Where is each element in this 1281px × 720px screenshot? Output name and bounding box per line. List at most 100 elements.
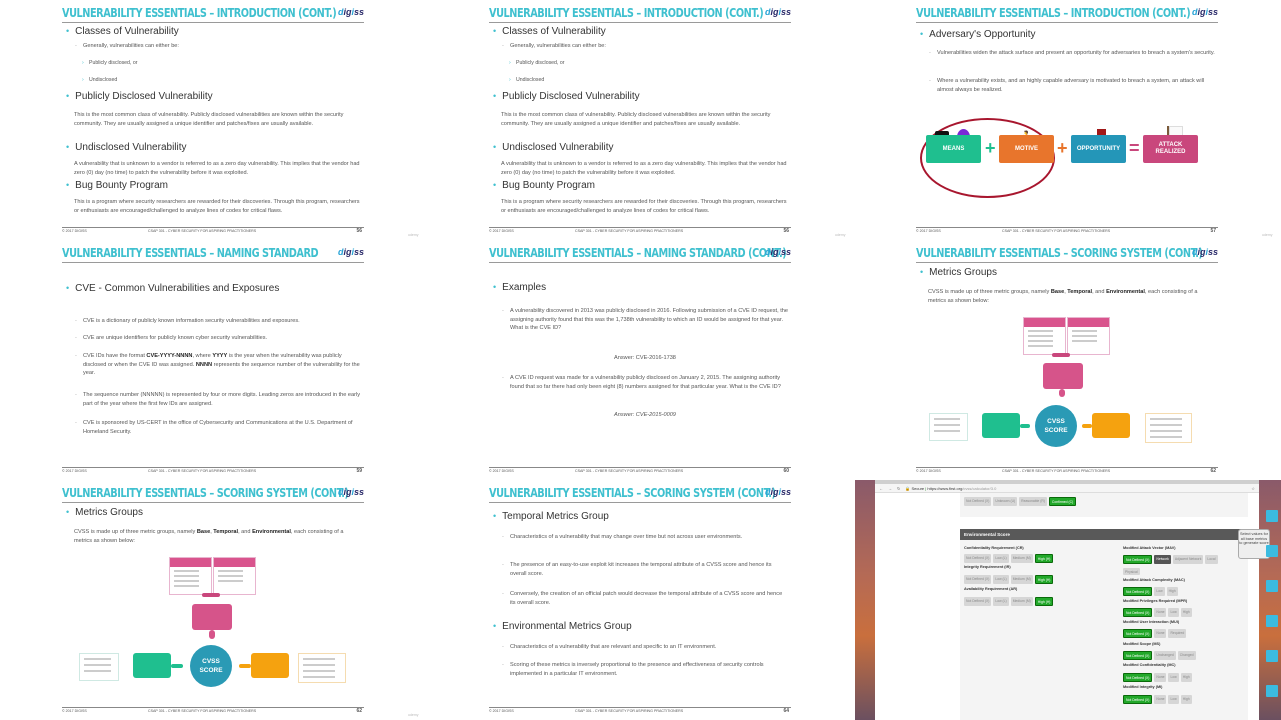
address-bar[interactable]: 🔒 Secure | https://www.first.org/cvss/ca… (905, 486, 996, 491)
reload-icon[interactable]: ↻ (897, 486, 900, 491)
option-button[interactable]: Not Defined (X) (964, 554, 992, 563)
option-button-selected[interactable]: Confirmed (C) (1048, 497, 1077, 506)
option-button[interactable]: Not Defined (X) (964, 597, 992, 606)
metric-label: Modified Scope (MS) (1123, 642, 1161, 646)
title-divider (62, 502, 364, 503)
back-icon[interactable]: ← (879, 486, 883, 491)
option-button-selected[interactable]: Not Defined (X) (1123, 651, 1153, 660)
option-button[interactable]: Reasonable (R) (1019, 497, 1047, 506)
option-button[interactable]: High (1180, 695, 1192, 704)
title-divider (916, 22, 1218, 23)
option-button[interactable]: Low (L) (993, 554, 1009, 563)
option-button[interactable]: None (1154, 695, 1167, 704)
section-heading: Bug Bounty Program (493, 180, 595, 191)
digiss-logo: digiss (337, 487, 364, 497)
option-button[interactable]: Unknown (U) (993, 497, 1018, 506)
option-button[interactable]: Low (1168, 695, 1179, 704)
option-button-selected[interactable]: Not Defined (X) (1123, 555, 1153, 564)
option-button[interactable]: Physical (1123, 568, 1140, 575)
bullet-text: Characteristics of a vulnerability that … (502, 643, 788, 652)
option-button[interactable]: Medium (M) (1010, 554, 1033, 563)
base-metric-group-box (1043, 363, 1083, 389)
bullet-text: The sequence number (NNNNN) is represent… (75, 391, 361, 408)
bullet-text: The presence of an easy-to-use exploit k… (502, 561, 788, 578)
digiss-logo: digiss (337, 7, 364, 17)
digiss-logo: digiss (764, 247, 791, 257)
environmental-metric-group-box (1092, 413, 1130, 438)
option-button-selected[interactable]: Not Defined (X) (1123, 608, 1153, 617)
section-heading: CVE - Common Vulnerabilities and Exposur… (66, 283, 279, 294)
footer-divider (62, 227, 364, 228)
option-button[interactable]: None (1154, 673, 1167, 682)
bookmark-star-icon[interactable]: ☆ (1251, 486, 1255, 491)
option-button[interactable]: High (1180, 673, 1192, 682)
title-divider (916, 262, 1218, 263)
option-button[interactable]: None (1154, 608, 1167, 617)
option-button[interactable]: Required (1168, 629, 1187, 638)
option-button[interactable]: Medium (M) (1010, 597, 1033, 606)
mav-options: Not Defined (X) Network Adjacent Network… (1123, 555, 1233, 575)
option-button-selected[interactable]: High (H) (1034, 575, 1054, 584)
exploitability-metrics-card (1023, 317, 1066, 355)
option-button[interactable]: Local (1205, 555, 1218, 564)
udemy-watermark: udemy (1262, 233, 1273, 237)
option-button[interactable]: Adjacent Network (1172, 555, 1204, 564)
digiss-logo: digiss (1191, 7, 1218, 17)
footer-divider (62, 467, 364, 468)
environmental-score-header: Environmental Score (960, 529, 1255, 540)
option-button-selected[interactable]: Not Defined (X) (1123, 673, 1153, 682)
slide-title: VULNERABILITY ESSENTIALS – SCORING SYSTE… (62, 485, 349, 500)
option-button[interactable]: Changed (1177, 651, 1196, 660)
section-body: This is the most common class of vulnera… (74, 112, 344, 127)
page-number: 62 (1210, 468, 1216, 474)
desktop-folder-icon[interactable] (1266, 580, 1278, 592)
option-button[interactable]: Low (1168, 608, 1179, 617)
desktop-folder-icon[interactable] (1266, 615, 1278, 627)
option-button[interactable]: High (1166, 587, 1178, 596)
environmental-metrics-list (298, 653, 346, 683)
sub-bullet: Publicly disclosed, or (82, 60, 137, 66)
equals-sign: = (1129, 138, 1140, 158)
option-button[interactable]: High (1180, 608, 1192, 617)
forward-icon[interactable]: → (888, 486, 892, 491)
desktop-folder-icon[interactable] (1266, 545, 1278, 557)
right-arrow-icon (1020, 424, 1030, 428)
down-arrow-icon (1059, 389, 1065, 397)
option-button[interactable]: None (1154, 629, 1167, 638)
option-button-selected[interactable]: Not Defined (X) (1123, 629, 1153, 638)
option-button-selected[interactable]: High (H) (1034, 597, 1054, 606)
left-arrow-icon (1082, 424, 1092, 428)
mpr-options: Not Defined (X) None Low High (1123, 608, 1192, 617)
slide-62: VULNERABILITY ESSENTIALS – SCORING SYSTE… (854, 240, 1281, 480)
section-heading: Classes of Vulnerability (493, 26, 606, 37)
footer-course: CSAP 301 - CYBER SECURITY FOR ASPIRING P… (575, 229, 684, 233)
option-button[interactable]: Not Defined (X) (964, 575, 992, 584)
bullet-text: Characteristics of a vulnerability that … (502, 533, 788, 542)
footer-divider (916, 227, 1218, 228)
option-button[interactable]: Medium (M) (1010, 575, 1033, 584)
option-button-hover[interactable]: Network (1154, 555, 1171, 564)
option-button[interactable]: Low (L) (993, 597, 1009, 606)
section-heading: Adversary's Opportunity (920, 29, 1035, 40)
calculator-page: Not Defined (X) Unknown (U) Reasonable (… (875, 493, 1270, 720)
option-button-selected[interactable]: High (H) (1034, 554, 1054, 563)
option-button[interactable]: Unchanged (1154, 651, 1176, 660)
cvss-score-circle: CVSS SCORE (190, 645, 232, 687)
cve-format-text: CVE IDs have the format CVE-YYYY-NNNN, w… (75, 352, 361, 378)
digiss-logo: digiss (764, 7, 791, 17)
section-heading: Examples (493, 282, 546, 293)
desktop-folder-icon[interactable] (1266, 650, 1278, 662)
footer-course: CSAP 301 - CYBER SECURITY FOR ASPIRING P… (148, 229, 257, 233)
option-button-selected[interactable]: Not Defined (X) (1123, 695, 1153, 704)
page-number: 57 (1210, 228, 1216, 234)
option-button-selected[interactable]: Not Defined (X) (1123, 587, 1153, 596)
means-box: MEANS (926, 135, 981, 163)
desktop-folder-icon[interactable] (1266, 510, 1278, 522)
option-button[interactable]: Not Defined (X) (964, 497, 992, 506)
option-button[interactable]: Low (1168, 673, 1179, 682)
footer-copyright: © 2017 DIGISS (489, 229, 514, 233)
footer-copyright: © 2017 DIGISS (489, 469, 514, 473)
option-button[interactable]: Low (1154, 587, 1165, 596)
option-button[interactable]: Low (L) (993, 575, 1009, 584)
desktop-folder-icon[interactable] (1266, 685, 1278, 697)
